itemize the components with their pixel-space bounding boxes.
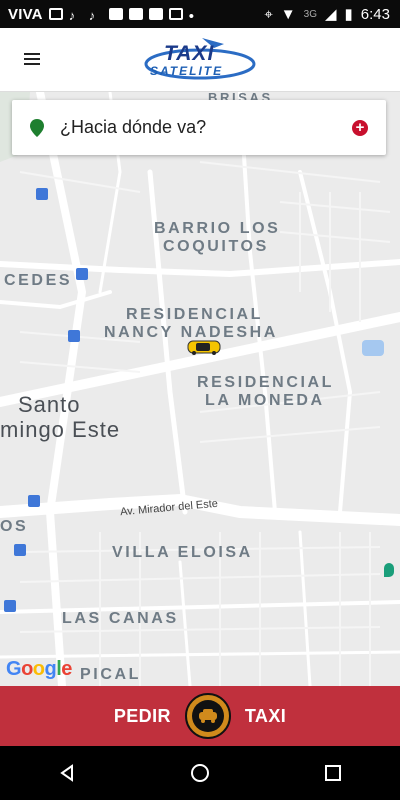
youtube-icon [108, 8, 123, 20]
clock: 6:43 [360, 5, 390, 23]
map-label-os: OS [0, 518, 29, 535]
map-label-residencial-line1: RESIDENCIAL [126, 306, 264, 323]
location-icon: ⌖ [264, 5, 273, 23]
notification-icons: ♪ ♪ • [48, 8, 203, 25]
map-label-barrio-line1: BARRIO LOS [154, 220, 281, 237]
bus-stop-icon[interactable] [28, 495, 40, 507]
message-icon [48, 8, 63, 20]
map-label-pical: PICAL [80, 666, 141, 683]
request-label-left: PEDIR [113, 705, 171, 726]
map-label-moneda-line2: LA MONEDA [205, 392, 325, 409]
map-label-las-canas: LAS CANAS [62, 610, 179, 627]
back-icon [59, 764, 73, 782]
bus-stop-icon[interactable] [14, 544, 26, 556]
map-label-moneda-line1: RESIDENCIAL [197, 374, 335, 391]
map-label-cedes: CEDES [4, 272, 73, 289]
status-bar: VIVA ♪ ♪ • ⌖ ▼ 3G ◢ ▮ 6:43 [0, 0, 400, 28]
youtube-icon [148, 8, 163, 20]
map-label-villa-eloisa: VILLA ELOISA [112, 544, 253, 561]
location-pin-icon [30, 118, 44, 137]
request-taxi-button[interactable]: PEDIR TAXI [0, 686, 400, 746]
bus-stop-icon[interactable] [68, 330, 80, 342]
android-nav-bar [0, 746, 400, 800]
battery-icon: ▮ [344, 6, 353, 23]
signal-icon: ◢ [324, 6, 337, 23]
wifi-icon: ▼ [280, 5, 296, 23]
more-icon: • [188, 8, 194, 25]
home-button[interactable] [170, 753, 230, 793]
facebook-icon [168, 8, 183, 20]
carrier-label: VIVA [8, 5, 43, 23]
tiktok-icon: ♪ [88, 8, 96, 23]
recents-icon [325, 765, 342, 781]
logo-taxi-text: TAXI [164, 42, 215, 65]
map-label-barrio-line2: COQUITOS [163, 238, 269, 255]
taxi-car-icon [187, 340, 221, 355]
destination-search[interactable]: ¿Hacia dónde va? + [12, 100, 386, 155]
bus-stop-icon[interactable] [36, 188, 48, 200]
map-label-santo: Santo [18, 392, 81, 417]
map-view[interactable]: BRISAS BARRIO LOS COQUITOS CEDES RESIDEN… [0, 92, 400, 686]
back-button[interactable] [37, 753, 97, 793]
map-label-domingo-este: mingo Este [0, 417, 121, 442]
app-bar: TAXI SATELITE [0, 28, 400, 92]
bus-stop-icon[interactable] [4, 600, 16, 612]
destination-placeholder[interactable]: ¿Hacia dónde va? [60, 117, 206, 138]
menu-icon[interactable] [22, 50, 42, 70]
bus-stop-icon[interactable] [76, 268, 88, 280]
home-icon [190, 764, 209, 782]
google-logo: Google [6, 658, 72, 680]
recents-button[interactable] [303, 753, 363, 793]
plus-circle-icon[interactable]: + [352, 119, 368, 136]
taxi-badge-icon [184, 693, 231, 739]
map-pin-icon[interactable] [384, 563, 394, 577]
youtube-icon [128, 8, 143, 20]
request-label-right: TAXI [244, 705, 287, 726]
logo-satelite-text: SATELITE [150, 64, 224, 78]
tiktok-icon: ♪ [68, 8, 76, 23]
network-type: 3G [303, 8, 317, 20]
status-right: ⌖ ▼ 3G ◢ ▮ 6:43 [264, 5, 390, 24]
app-logo: TAXI SATELITE [142, 34, 258, 86]
